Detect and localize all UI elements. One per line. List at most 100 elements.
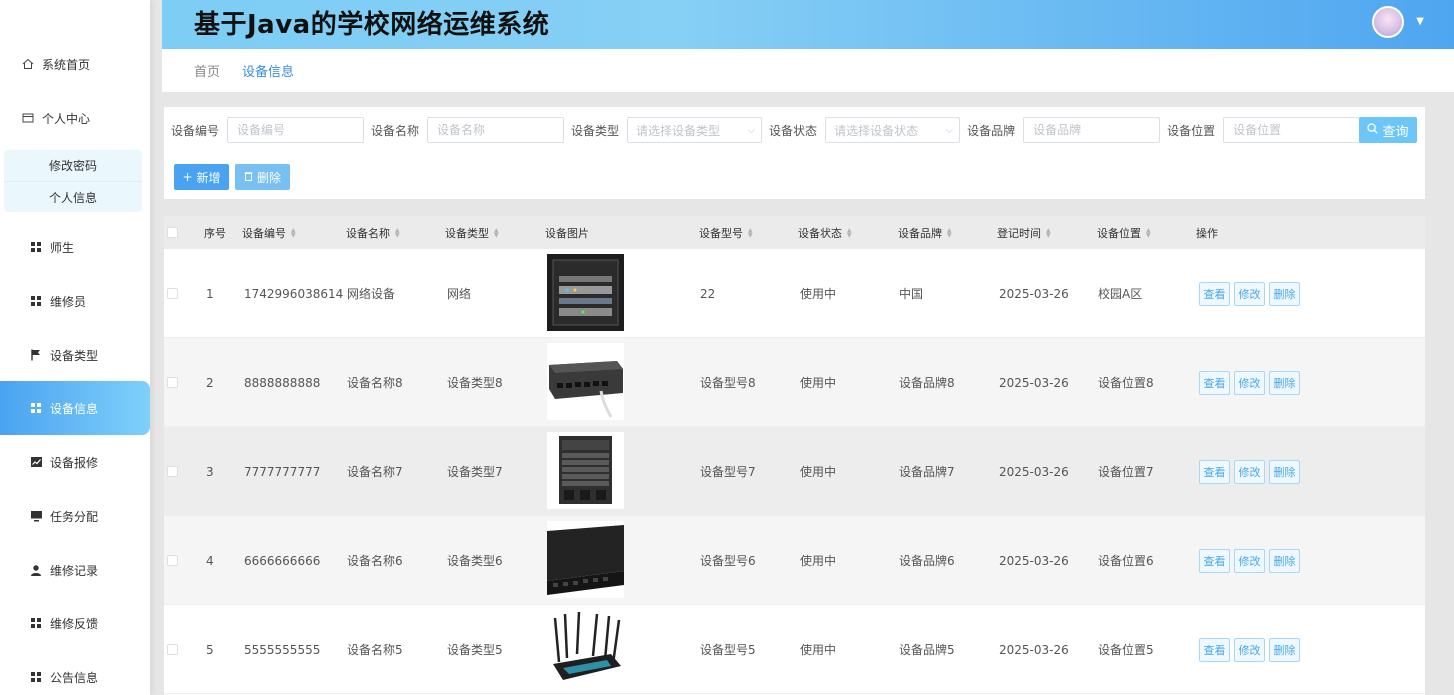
device-name-input[interactable] — [427, 117, 565, 143]
device-brand-input[interactable] — [1023, 117, 1161, 143]
search-field-brand: 设备品牌 — [967, 117, 1161, 143]
view-button[interactable]: 查看 — [1199, 548, 1230, 573]
query-button[interactable]: 查询 — [1359, 117, 1417, 143]
delete-button[interactable]: 删除 — [1269, 548, 1300, 573]
row-checkbox[interactable] — [167, 338, 178, 427]
delete-button[interactable]: 删除 — [1269, 637, 1300, 662]
device-code-input[interactable] — [227, 117, 365, 143]
home-icon — [22, 58, 34, 70]
row-checkbox[interactable] — [167, 605, 178, 694]
cell-name: 网络设备 — [347, 287, 396, 301]
field-label: 设备品牌 — [967, 123, 1016, 138]
avatar[interactable] — [1372, 6, 1404, 38]
view-button[interactable]: 查看 — [1199, 637, 1230, 662]
cell-name: 设备名称7 — [347, 465, 403, 479]
device-image-wifi-router[interactable] — [547, 610, 624, 687]
view-button[interactable]: 查看 — [1199, 281, 1230, 306]
select-all-checkbox[interactable] — [167, 216, 178, 249]
device-location-input[interactable] — [1223, 117, 1361, 143]
device-type-select[interactable]: 请选择设备类型 ⌵ — [627, 117, 763, 143]
sidebar-item-repairmen[interactable]: 维修员 — [0, 274, 150, 328]
sidebar-item-device-repair[interactable]: 设备报修 — [0, 435, 150, 489]
view-button[interactable]: 查看 — [1199, 459, 1230, 484]
delete-button[interactable]: 删除 — [1269, 370, 1300, 395]
sidebar-item-task-assignment[interactable]: 任务分配 — [0, 489, 150, 543]
sort-icon[interactable]: ▲ ▼ — [1046, 227, 1051, 238]
sidebar-item-label: 维修反馈 — [50, 616, 99, 631]
sidebar-item-personal-center[interactable]: 个人中心 — [0, 91, 150, 145]
cell-brand: 设备品牌5 — [899, 643, 955, 657]
column-header[interactable]: 设备位置 ▲ ▼ — [1097, 216, 1151, 249]
search-field-code: 设备编号 — [171, 117, 365, 143]
edit-button[interactable]: 修改 — [1234, 637, 1265, 662]
delete-button[interactable]: 删除 — [1269, 459, 1300, 484]
delete-button[interactable]: 删除 — [1269, 281, 1300, 306]
submenu-item-personal-info[interactable]: 个人信息 — [4, 181, 142, 212]
table-row[interactable]: 4 6666666666 设备名称6 设备类型6 设备型号6 使用中 设备品牌6… — [164, 516, 1425, 605]
caret-down-icon[interactable]: ▼ — [1416, 16, 1424, 27]
sort-icon[interactable]: ▲ ▼ — [748, 227, 753, 238]
cell-model: 设备型号7 — [700, 465, 756, 479]
search-row: 设备编号 设备名称 设备类型 请选择设备类型 ⌵ 设备状态 请选择设备状态 ⌵ … — [164, 117, 1361, 143]
device-status-select[interactable]: 请选择设备状态 ⌵ — [825, 117, 961, 143]
column-header[interactable]: 设备编号 ▲ ▼ — [242, 216, 296, 249]
cell-status: 使用中 — [800, 465, 837, 479]
edit-button[interactable]: 修改 — [1234, 370, 1265, 395]
sidebar-item-repair-feedback[interactable]: 维修反馈 — [0, 596, 150, 650]
device-image-rack-switch[interactable] — [547, 521, 624, 598]
device-image-chassis-switch[interactable] — [547, 432, 624, 509]
sidebar-item-repair-records[interactable]: 维修记录 — [0, 543, 150, 597]
batch-delete-button[interactable]: 删除 — [235, 164, 290, 190]
column-header[interactable]: 设备品牌 ▲ ▼ — [898, 216, 952, 249]
table-row[interactable]: 3 7777777777 设备名称7 设备类型7 设备型号7 使用中 设备品牌7… — [164, 427, 1425, 516]
row-actions: 查看 修改 删除 — [1199, 605, 1300, 694]
cell-type: 设备类型6 — [447, 554, 503, 568]
sidebar-item-device-info[interactable]: 设备信息 — [0, 381, 150, 435]
sort-icon[interactable]: ▲ ▼ — [291, 227, 296, 238]
edit-button[interactable]: 修改 — [1234, 281, 1265, 306]
table-row[interactable]: 2 8888888888 设备名称8 设备类型8 设备型号8 使用中 设备品牌8… — [164, 338, 1425, 427]
cell-code: 8888888888 — [244, 375, 321, 390]
cell-status: 使用中 — [800, 287, 837, 301]
field-label: 设备位置 — [1167, 123, 1216, 138]
sort-icon[interactable]: ▲ ▼ — [395, 227, 400, 238]
field-label: 设备状态 — [769, 123, 818, 138]
table-row[interactable]: 5 5555555555 设备名称5 设备类型5 设备型号5 使用中 设备品牌5… — [164, 605, 1425, 694]
breadcrumb-home[interactable]: 首页 — [194, 61, 220, 80]
sort-icon[interactable]: ▲ ▼ — [494, 227, 499, 238]
id-card-icon — [22, 112, 34, 124]
row-checkbox[interactable] — [167, 516, 178, 605]
table-row[interactable]: 1 1742996038614 网络设备 网络 22 使用中 中国 2025-0… — [164, 249, 1425, 338]
cell-index: 3 — [206, 464, 214, 479]
device-image-server-rack[interactable] — [547, 254, 624, 331]
column-header[interactable]: 设备名称 ▲ ▼ — [346, 216, 400, 249]
add-button[interactable]: + 新增 — [174, 164, 229, 190]
sidebar-item-teachers-students[interactable]: 师生 — [0, 220, 150, 274]
column-header[interactable]: 登记时间 ▲ ▼ — [997, 216, 1051, 249]
view-button[interactable]: 查看 — [1199, 370, 1230, 395]
sidebar-item-device-types[interactable]: 设备类型 — [0, 328, 150, 382]
sidebar-item-announcements[interactable]: 公告信息 — [0, 650, 150, 695]
field-label: 设备编号 — [171, 123, 220, 138]
edit-button[interactable]: 修改 — [1234, 459, 1265, 484]
cell-model: 22 — [700, 286, 716, 301]
select-placeholder: 请选择设备类型 — [636, 123, 721, 138]
row-checkbox[interactable] — [167, 249, 178, 338]
sort-icon[interactable]: ▲ ▼ — [1146, 227, 1151, 238]
cell-type: 设备类型7 — [447, 465, 503, 479]
cell-index: 1 — [206, 286, 214, 301]
column-header[interactable]: 设备状态 ▲ ▼ — [798, 216, 852, 249]
submenu-item-change-password[interactable]: 修改密码 — [4, 150, 142, 181]
edit-button[interactable]: 修改 — [1234, 548, 1265, 573]
cell-model: 设备型号5 — [700, 643, 756, 657]
cell-index: 5 — [206, 642, 214, 657]
sidebar-item-home[interactable]: 系统首页 — [0, 37, 150, 91]
device-image-network-switch[interactable] — [547, 343, 624, 420]
cell-location: 校园A区 — [1098, 287, 1143, 301]
sort-icon[interactable]: ▲ ▼ — [947, 227, 952, 238]
cell-name: 设备名称5 — [347, 643, 403, 657]
column-header[interactable]: 设备类型 ▲ ▼ — [445, 216, 499, 249]
sort-icon[interactable]: ▲ ▼ — [847, 227, 852, 238]
row-checkbox[interactable] — [167, 427, 178, 516]
column-header[interactable]: 设备型号 ▲ ▼ — [699, 216, 753, 249]
